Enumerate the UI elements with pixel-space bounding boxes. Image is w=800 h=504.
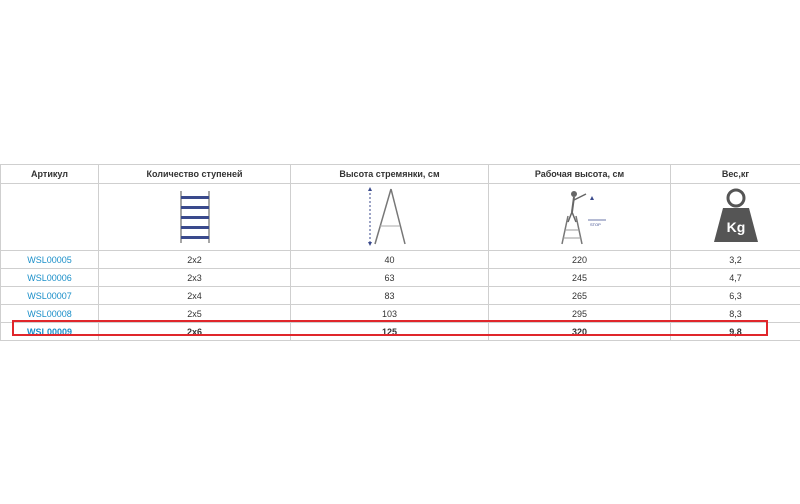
header-sku: Артикул [0,164,99,184]
steps-cell: 2x3 [98,268,291,287]
sku-cell: WSL00005 [0,250,99,269]
weight-cell: 9,8 [670,322,800,341]
weight-cell: 4,7 [670,268,800,287]
height-cell: 103 [290,304,489,323]
sku-link[interactable]: WSL00009 [27,327,72,337]
working-height-cell: 295 [488,304,671,323]
steps-cell: 2x2 [98,250,291,269]
sku-link[interactable]: WSL00006 [27,273,72,283]
sku-cell: WSL00008 [0,304,99,323]
icon-cell-height [290,183,489,251]
icon-cell-weight: Kg [670,183,800,251]
working-height-cell: 320 [488,322,671,341]
sku-link[interactable]: WSL00007 [27,291,72,301]
header-steps: Количество ступеней [98,164,291,184]
table-row: WSL00005 2x2 40 220 3,2 [0,250,800,269]
height-cell: 125 [290,322,489,341]
steps-cell: 2x6 [98,322,291,341]
header-working-height: Рабочая высота, см [488,164,671,184]
ladder-height-icon [367,187,406,246]
weight-cell: 3,2 [670,250,800,269]
steps-cell: 2x5 [98,304,291,323]
header-row: Артикул Количество ступеней Высота стрем… [0,164,800,184]
header-weight: Вес,кг [670,164,800,184]
icon-cell-empty [0,183,99,251]
icon-row: STOP Kg [0,183,800,251]
weight-cell: 6,3 [670,286,800,305]
height-cell: 40 [290,250,489,269]
weight-kg-label: Kg [726,219,745,235]
icon-cell-steps [98,183,291,251]
steps-cell: 2x4 [98,286,291,305]
ladder-steps-icon [179,191,210,243]
header-height: Высота стремянки, см [290,164,489,184]
spec-table: Артикул Количество ступеней Высота стрем… [0,164,800,341]
sku-cell: WSL00009 [0,322,99,341]
working-height-cell: 220 [488,250,671,269]
weight-kg-icon: Kg [713,188,758,242]
table-row-highlighted: WSL00009 2x6 125 320 9,8 [0,322,800,341]
table-row: WSL00007 2x4 83 265 6,3 [0,286,800,305]
stop-label: STOP [590,222,601,227]
sku-link[interactable]: WSL00005 [27,255,72,265]
icon-cell-working-height: STOP [488,183,671,251]
weight-cell: 8,3 [670,304,800,323]
working-height-cell: 265 [488,286,671,305]
working-height-cell: 245 [488,268,671,287]
sku-cell: WSL00007 [0,286,99,305]
working-height-icon: STOP [560,191,606,245]
height-cell: 83 [290,286,489,305]
table-row: WSL00008 2x5 103 295 8,3 [0,304,800,323]
height-cell: 63 [290,268,489,287]
sku-link[interactable]: WSL00008 [27,309,72,319]
table-row: WSL00006 2x3 63 245 4,7 [0,268,800,287]
sku-cell: WSL00006 [0,268,99,287]
